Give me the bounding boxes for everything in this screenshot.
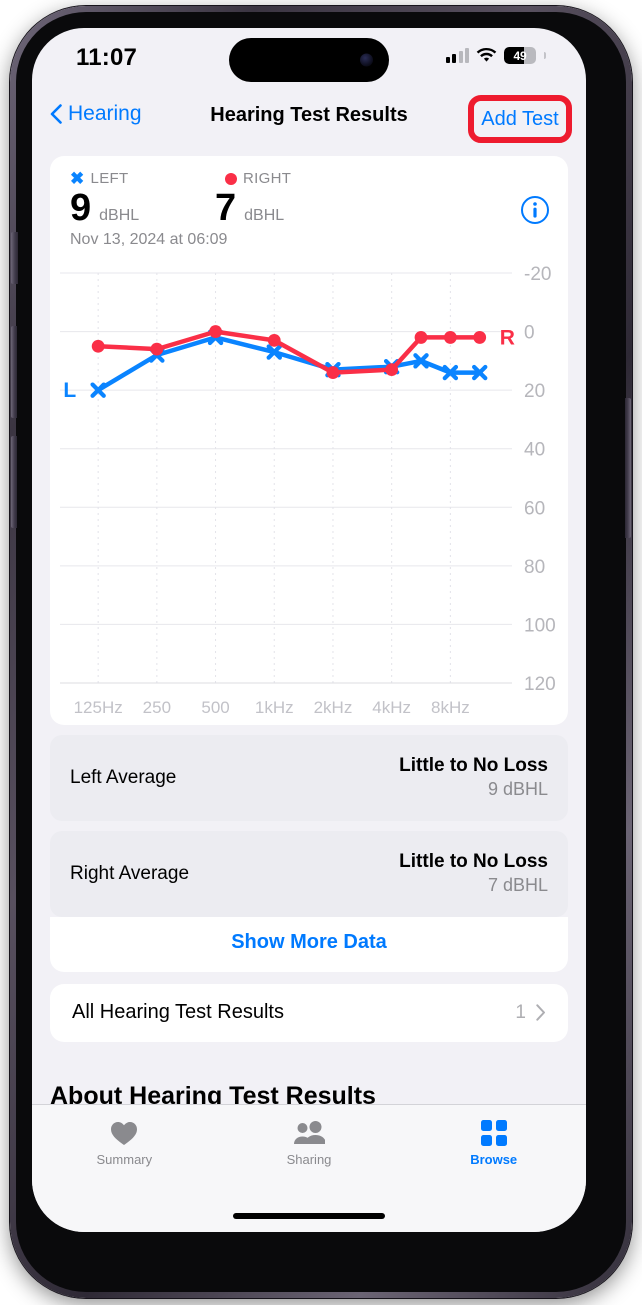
show-more-data-button[interactable]: Show More Data [50,917,568,972]
status-time: 11:07 [76,44,138,71]
all-results-trailing: 1 [515,1002,546,1024]
status-bar: 11:07 49 [32,28,586,90]
volume-up-button[interactable] [11,326,17,418]
audiogram-svg: -20 0 20 40 60 80 100 120 125Hz 250 500 1kHz 2kHz 4kH… [60,264,556,717]
left-average-status: Little to No Loss [399,755,548,777]
left-average-row[interactable]: Left Average Little to No Loss 9 dBHL [50,734,568,821]
data-point-r [91,339,105,353]
battery-icon: 49 [504,47,536,64]
legend-left: ✖ LEFT [70,170,215,187]
phone-frame: 11:07 49 Hearing Hearing Test Results Ad… [10,6,632,1298]
all-results-label: All Hearing Test Results [72,1001,284,1024]
x-axis-tick-label: 8kHz [431,698,470,717]
summary-values: 9 dBHL 7 dBHL [50,187,568,229]
x-axis-tick-label: 250 [143,698,171,717]
right-average-label: Right Average [70,862,190,884]
y-axis-tick-label: -20 [524,264,551,285]
chevron-right-icon [536,1004,545,1022]
volume-down-button[interactable] [11,436,17,528]
tabs: Summary Sharing Browse [32,1105,586,1167]
tab-sharing-label: Sharing [286,1152,332,1167]
data-point-r [473,330,487,344]
wifi-icon [476,48,497,62]
grid-icon [480,1119,507,1147]
left-value: 9 [70,187,92,229]
heart-icon [110,1119,138,1147]
dynamic-island [229,38,389,82]
y-axis-tick-label: 100 [524,615,556,636]
right-average-row[interactable]: Right Average Little to No Loss 7 dBHL [50,830,568,917]
right-average-status: Little to No Loss [399,851,548,873]
x-axis-tick-label: 4kHz [372,698,411,717]
x-axis-tick-label: 125Hz [74,698,123,717]
data-point-r [209,325,222,338]
series-label-left: L [63,379,76,402]
y-axis-tick-label: 120 [524,674,556,695]
y-axis-tick-label: 0 [524,322,535,343]
data-point-r [150,342,164,356]
data-point-r [443,330,457,344]
battery-percent-label: 49 [513,48,527,63]
series-label-right: R [500,326,515,349]
x-axis-tick-label: 1kHz [255,698,294,717]
left-average-label: Left Average [70,766,177,788]
info-circle-icon[interactable] [520,195,550,225]
right-average-value: 7 dBHL [487,875,548,896]
left-value-group: 9 dBHL [70,187,215,229]
tab-summary-label: Summary [96,1152,153,1167]
left-unit: dBHL [99,207,140,224]
power-button[interactable] [625,398,631,538]
all-results-count: 1 [515,1001,526,1023]
nav-bar: Hearing Hearing Test Results Add Test [32,90,586,150]
left-average-value: 9 dBHL [487,779,548,800]
x-axis-tick-label: 500 [201,698,229,717]
legend-left-label: LEFT [90,170,129,187]
data-point-r [267,333,281,347]
left-average-values: Little to No Loss 9 dBHL [399,755,548,800]
data-point-r [414,330,428,344]
tab-bar: Summary Sharing Browse [32,1104,586,1232]
chart-legend: ✖ LEFT RIGHT [50,170,568,187]
about-section-heading: About Hearing Test Results [50,1081,376,1105]
y-axis-tick-label: 60 [524,498,545,519]
audiogram-chart[interactable]: -20 0 20 40 60 80 100 120 125Hz 250 500 1kHz 2kHz 4kH… [50,259,568,719]
left-marker-icon: ✖ [70,169,85,188]
all-hearing-test-results-row[interactable]: All Hearing Test Results 1 [50,983,568,1042]
legend-right: RIGHT [225,170,291,187]
cellular-bars-icon [445,48,469,63]
data-point-r [385,363,399,376]
people-icon [293,1119,325,1147]
right-value-group: 7 dBHL [215,187,285,229]
tab-browse-label: Browse [470,1152,518,1167]
add-test-button[interactable]: Add Test [474,101,566,137]
scroll-content[interactable]: ✖ LEFT RIGHT 9 dBHL 7 dBHL Nov 13, 2024 … [32,150,586,1105]
tab-summary[interactable]: Summary [32,1119,217,1167]
tab-sharing[interactable]: Sharing [217,1119,402,1167]
hearing-test-chart-card: ✖ LEFT RIGHT 9 dBHL 7 dBHL Nov 13, 2024 … [50,156,568,725]
y-axis-tick-label: 20 [524,381,545,402]
action-button[interactable] [11,232,18,284]
right-value: 7 [215,187,237,229]
test-date: Nov 13, 2024 at 06:09 [70,230,228,248]
y-axis-tick-label: 80 [524,557,545,578]
battery-cap [544,52,546,59]
right-marker-icon [225,172,237,185]
legend-right-label: RIGHT [243,170,292,187]
show-more-wrapper: Show More Data [50,916,568,972]
right-average-values: Little to No Loss 7 dBHL [399,851,548,896]
data-point-r [326,366,340,379]
phone-screen: 11:07 49 Hearing Hearing Test Results Ad… [32,28,586,1232]
y-axis-tick-label: 40 [524,440,545,461]
status-indicators: 49 [445,47,546,64]
home-indicator[interactable] [233,1213,385,1219]
right-unit: dBHL [244,207,285,224]
x-axis-tick-label: 2kHz [314,698,353,717]
tab-browse[interactable]: Browse [401,1119,586,1167]
front-camera-icon [360,53,373,67]
